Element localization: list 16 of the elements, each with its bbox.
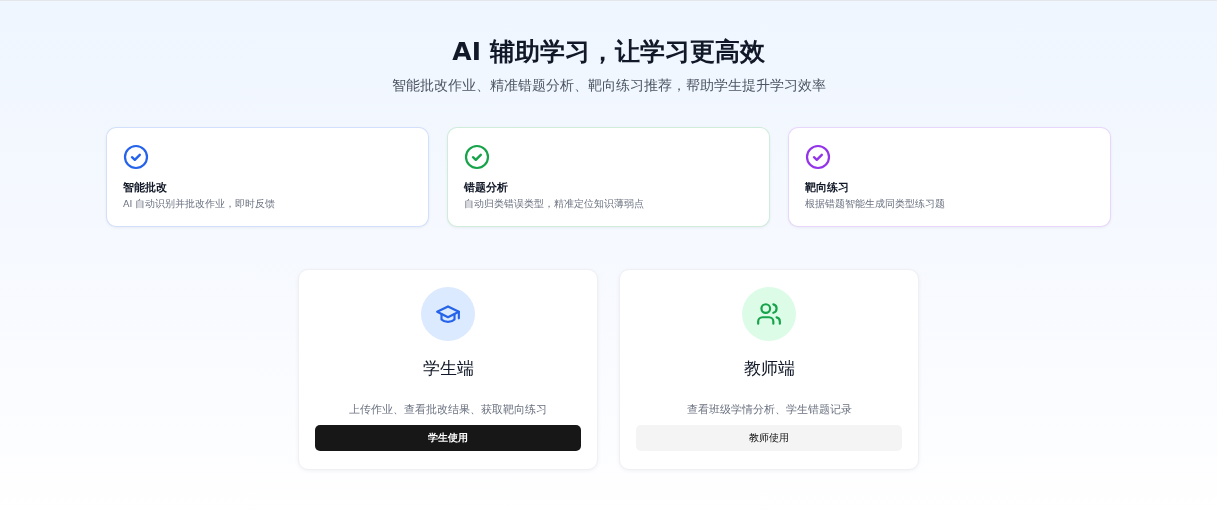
feature-description: AI 自动识别并批改作业，即时反馈 xyxy=(123,198,277,211)
role-description: 查看班级学情分析、学生错题记录 xyxy=(686,402,852,417)
feature-title: 错题分析 xyxy=(464,180,509,195)
feature-description: 自动归类错误类型，精准定位知识薄弱点 xyxy=(464,198,645,211)
role-button[interactable]: 学生使用 xyxy=(315,425,581,451)
page-title: AI 辅助学习，让学习更高效 xyxy=(452,36,765,68)
feature-description: 根据错题智能生成同类型练习题 xyxy=(805,198,946,211)
feature-title: 靶向练习 xyxy=(805,180,850,195)
role-title: 学生端 xyxy=(422,357,474,380)
role-description: 上传作业、查看批改结果、获取靶向练习 xyxy=(349,402,547,417)
users-icon xyxy=(742,287,796,341)
role-button[interactable]: 教师使用 xyxy=(636,425,902,451)
page-subtitle: 智能批改作业、精准错题分析、靶向练习推荐，帮助学生提升学习效率 xyxy=(391,76,826,95)
graduation-cap-icon xyxy=(421,287,475,341)
feature-title: 智能批改 xyxy=(123,180,168,195)
role-title: 教师端 xyxy=(743,357,795,380)
